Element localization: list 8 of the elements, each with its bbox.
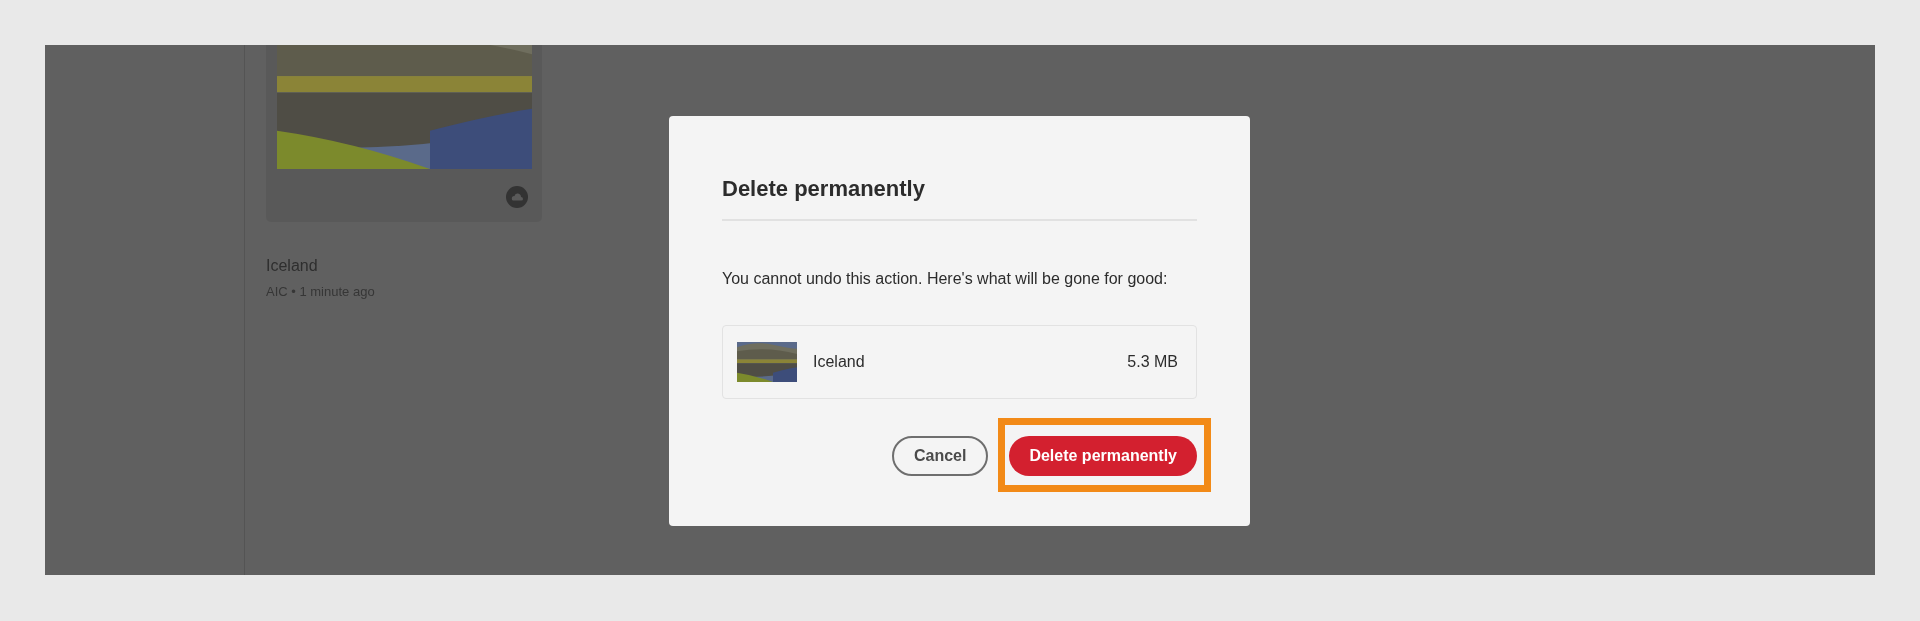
item-name: Iceland	[813, 352, 866, 372]
cloud-icon	[506, 186, 528, 208]
cancel-button[interactable]: Cancel	[891, 436, 989, 476]
delete-button[interactable]: Delete permanently	[1009, 436, 1197, 476]
dialog-title: Delete permanently	[722, 172, 1197, 221]
item-size: 5.3 MB	[1127, 352, 1178, 372]
file-card[interactable]	[266, 45, 542, 222]
dialog-message: You cannot undo this action. Here's what will be gone for good:	[722, 269, 1169, 289]
